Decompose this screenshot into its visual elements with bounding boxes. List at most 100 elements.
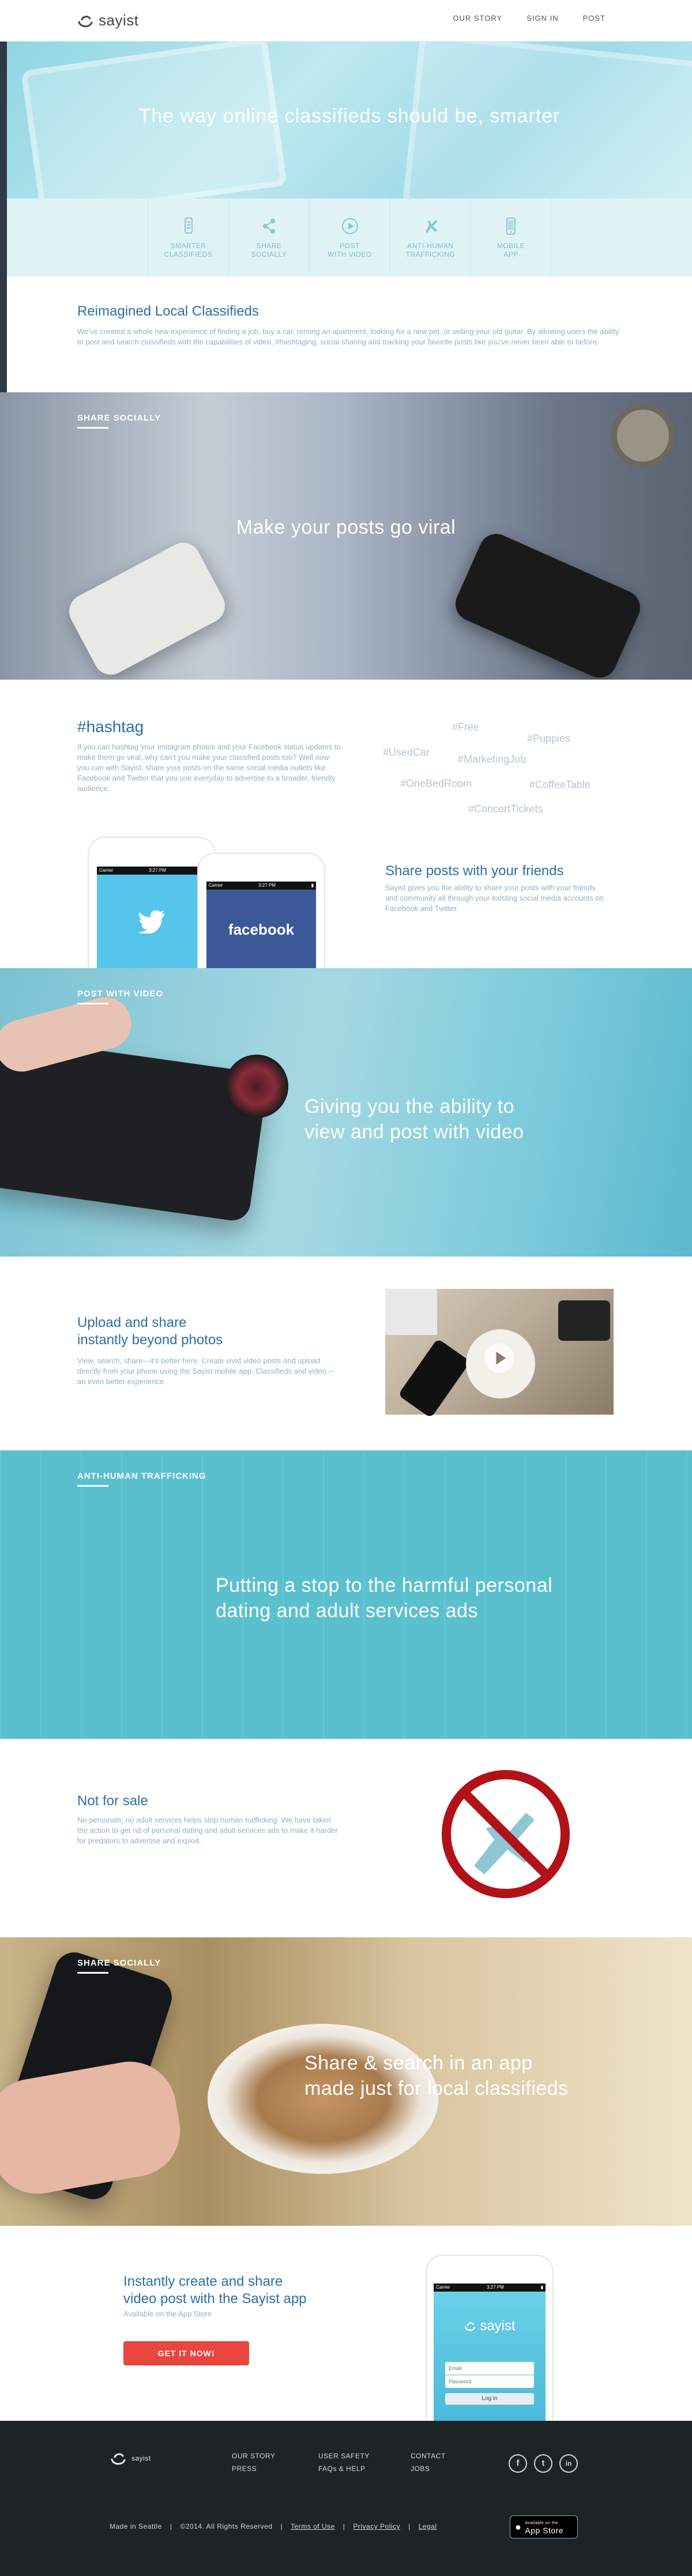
copyright-text: ©2014. All Rights Reserved bbox=[180, 2522, 273, 2530]
get-it-now-button[interactable]: GET IT NOW! bbox=[123, 2341, 249, 2365]
twitter-icon[interactable]: t bbox=[534, 2454, 552, 2473]
password-field[interactable] bbox=[445, 2375, 534, 2388]
feature-strip: SMARTER CLASSIFIEDS SHARE SOCIALLY POST … bbox=[7, 198, 692, 277]
camera-photo-image bbox=[558, 1300, 610, 1341]
footer-link-jobs[interactable]: JOBS bbox=[411, 2465, 446, 2473]
tag-underline bbox=[77, 1003, 108, 1004]
share-socially-banner: SHARE SOCIALLY Make your posts go viral bbox=[0, 392, 692, 680]
laptop-keys-image bbox=[385, 1289, 437, 1335]
banner-headline: Putting a stop to the harmful personal d… bbox=[216, 1574, 553, 1622]
sayist-logo-icon bbox=[78, 15, 93, 27]
status-battery: ▮ bbox=[540, 2285, 543, 2290]
separator: | bbox=[280, 2522, 283, 2530]
feature-anti-human-trafficking[interactable]: ANTI-HUMAN TRAFFICKING bbox=[390, 198, 471, 277]
intro-body: We've created a whole new experience of … bbox=[77, 327, 619, 346]
brand-logo[interactable]: sayist bbox=[77, 12, 138, 29]
desk-photo-image bbox=[385, 1289, 614, 1419]
tag-underline bbox=[77, 1485, 108, 1487]
hashtag-chip: #CoffeeTable bbox=[529, 779, 591, 790]
app-title: Instantly create and share video post wi… bbox=[123, 2274, 307, 2307]
feature-smarter-classifieds[interactable]: SMARTER CLASSIFIEDS bbox=[148, 198, 228, 277]
watch-image bbox=[611, 404, 675, 467]
privacy-link[interactable]: Privacy Policy bbox=[353, 2522, 400, 2530]
feature-share-socially[interactable]: SHARE SOCIALLY bbox=[228, 198, 309, 277]
feature-label: POST WITH VIDEO bbox=[328, 242, 372, 258]
status-carrier: Carrier bbox=[436, 2285, 450, 2290]
footer-link-user-safety[interactable]: USER SAFETY bbox=[318, 2452, 370, 2460]
footer-col-1: OUR STORY PRESS bbox=[232, 2452, 275, 2473]
footer: sayist OUR STORY PRESS USER SAFETY FAQs … bbox=[0, 2421, 692, 2576]
section-tag: SHARE SOCIALLY bbox=[77, 413, 161, 423]
hand-phone-left-image bbox=[63, 537, 231, 680]
status-time: 3:27 PM bbox=[149, 868, 166, 873]
footer-col-3: CONTACT JOBS bbox=[411, 2452, 446, 2473]
nav-post[interactable]: POST bbox=[583, 14, 606, 23]
nav-sign-in[interactable]: SIGN IN bbox=[526, 14, 558, 23]
feature-label: SHARE SOCIALLY bbox=[251, 242, 287, 258]
footer-link-press[interactable]: PRESS bbox=[232, 2465, 275, 2473]
linkedin-icon[interactable]: in bbox=[559, 2454, 578, 2473]
facebook-icon[interactable]: f bbox=[509, 2454, 527, 2473]
feature-post-with-video[interactable]: POST WITH VIDEO bbox=[309, 198, 390, 277]
nav-links: OUR STORY SIGN IN POST bbox=[453, 14, 606, 23]
page: sayist OUR STORY SIGN IN POST The way on… bbox=[0, 0, 692, 2576]
notforsale-body: No personals, no adult services helps st… bbox=[77, 1816, 338, 1845]
footer-link-our-story[interactable]: OUR STORY bbox=[232, 2452, 275, 2460]
status-time: 3:27 PM bbox=[258, 883, 276, 888]
nav-our-story[interactable]: OUR STORY bbox=[453, 14, 502, 23]
not-for-sale-section: Not for sale No personals, no adult serv… bbox=[0, 1739, 692, 1937]
status-bar: Carrier 3:27 PM ▮ bbox=[434, 2283, 546, 2292]
play-icon bbox=[341, 218, 358, 234]
notforsale-title: Not for sale bbox=[77, 1793, 148, 1809]
intro-section: Reimagined Local Classifieds We've creat… bbox=[7, 277, 692, 392]
app-subtitle: Available on the App Store bbox=[123, 2309, 212, 2318]
footer-brand: sayist bbox=[131, 2454, 151, 2462]
app-store-badge[interactable]: ● Available on the App Store bbox=[510, 2515, 578, 2538]
status-carrier: Carrier bbox=[99, 868, 114, 873]
feature-mobile-app[interactable]: MOBILE APP bbox=[471, 198, 551, 277]
section-tag: ANTI-HUMAN TRAFFICKING bbox=[77, 1471, 206, 1481]
tag-underline bbox=[77, 1972, 108, 1974]
play-icon[interactable] bbox=[483, 1342, 516, 1374]
sayist-logo-icon bbox=[111, 2453, 126, 2465]
app-login-screen: sayist Log in bbox=[434, 2292, 546, 2422]
app-store-text: Available on the App Store bbox=[525, 2520, 563, 2534]
terms-link[interactable]: Terms of Use bbox=[291, 2522, 335, 2530]
banner-headline: Share & search in an app made just for l… bbox=[304, 2052, 569, 2099]
footer-bottom-bar: Made in Seattle | ©2014. All Rights Rese… bbox=[110, 2522, 437, 2530]
hashtag-chip: #MarketingJob bbox=[458, 753, 526, 765]
status-carrier: Carrier bbox=[209, 883, 223, 888]
section-tag: POST WITH VIDEO bbox=[77, 989, 164, 999]
feature-label: MOBILE APP bbox=[497, 242, 525, 258]
hand-phone-right-image bbox=[450, 528, 646, 680]
no-trafficking-icon bbox=[442, 1770, 570, 1898]
left-accent-bar bbox=[0, 42, 7, 392]
feature-label: SMARTER CLASSIFIEDS bbox=[164, 242, 213, 258]
upload-title: Upload and share instantly beyond photos bbox=[77, 1315, 223, 1348]
banner-headline: Make your posts go viral bbox=[236, 516, 456, 538]
status-time: 3:27 PM bbox=[487, 2285, 504, 2290]
hashtag-section: #hashtag If you can hashtag your Instagr… bbox=[0, 680, 692, 969]
app-store-big: App Store bbox=[525, 2526, 564, 2535]
status-bar: Carrier 3:27 PM ▮ bbox=[206, 882, 316, 890]
login-button[interactable]: Log in bbox=[445, 2393, 534, 2405]
phone-facebook-mockup: Carrier 3:27 PM ▮ facebook bbox=[197, 853, 325, 969]
facebook-screen: facebook bbox=[206, 890, 316, 969]
made-in-text: Made in Seattle bbox=[110, 2522, 162, 2530]
apple-icon: ● bbox=[515, 2521, 522, 2533]
app-brand: sayist bbox=[480, 2318, 516, 2334]
app-section: Instantly create and share video post wi… bbox=[0, 2226, 692, 2422]
status-battery: ▮ bbox=[311, 883, 314, 888]
app-banner: SHARE SOCIALLY Share & search in an app … bbox=[0, 1937, 692, 2226]
legal-link[interactable]: Legal bbox=[419, 2522, 437, 2530]
hero-banner: The way online classifieds should be, sm… bbox=[7, 42, 692, 198]
status-bar: Carrier 3:27 PM ▮ bbox=[97, 867, 206, 875]
banner-headline: Giving you the ability to view and post … bbox=[304, 1096, 524, 1143]
mobile-icon bbox=[506, 218, 516, 235]
footer-link-contact[interactable]: CONTACT bbox=[411, 2452, 446, 2460]
footer-logo[interactable]: sayist bbox=[110, 2450, 151, 2467]
section-tag: SHARE SOCIALLY bbox=[77, 1958, 161, 1968]
hashtag-title: #hashtag bbox=[77, 718, 144, 736]
footer-link-faqs[interactable]: FAQs & HELP bbox=[318, 2465, 370, 2473]
email-field[interactable] bbox=[445, 2362, 534, 2375]
